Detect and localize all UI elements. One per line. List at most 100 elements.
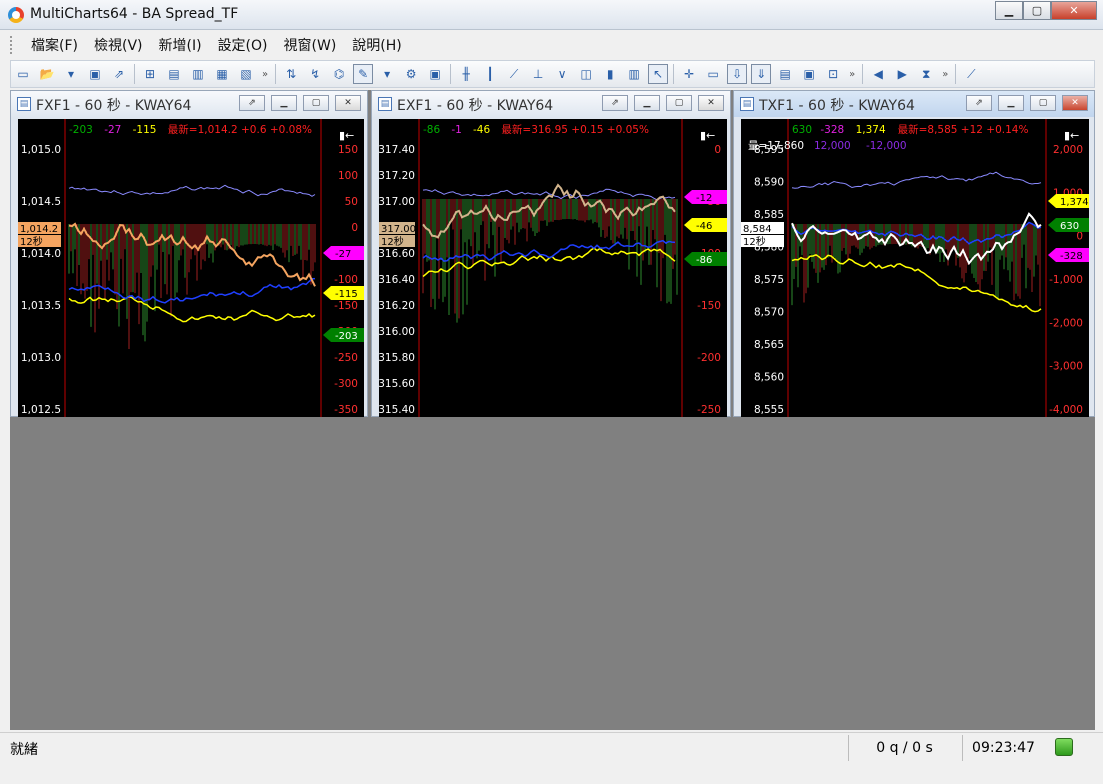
chart-plot[interactable]: 1,015.0 1,014.5 1,014.0 1,013.5 1,013.0 1,012… — [18, 119, 364, 417]
chart-window-titlebar[interactable]: ▤ FXF1 - 60 秒 - KWAY64 ⇗ ▁ ▢ ✕ — [11, 91, 367, 117]
chart-maximize-button[interactable]: ▢ — [1030, 95, 1056, 111]
new-chart-icon[interactable]: ▭ — [13, 64, 33, 84]
left-axis-tick-label: 316.20 — [379, 300, 415, 312]
chart-close-button[interactable]: ✕ — [335, 95, 361, 111]
scroll-to-end-icon[interactable]: ▮← — [700, 129, 715, 142]
cursor-icon[interactable]: ↖ — [648, 64, 669, 84]
chart-minimize-button[interactable]: ▁ — [271, 95, 297, 111]
chart-maximize-button[interactable]: ▢ — [666, 95, 692, 111]
chart-settings-button[interactable]: ⇗ — [602, 95, 628, 111]
indicator-icon[interactable]: ⇅ — [281, 64, 301, 84]
menu-help[interactable]: 說明(H) — [344, 35, 409, 55]
trade-down-icon[interactable]: ⇓ — [751, 64, 772, 84]
menu-view[interactable]: 檢視(V) — [86, 35, 151, 55]
data-window-icon[interactable]: ▣ — [425, 64, 445, 84]
scanner-icon[interactable]: ▧ — [236, 64, 256, 84]
dropdown-icon[interactable]: ▾ — [61, 64, 81, 84]
indicator-value-marker-label: -115 — [335, 289, 358, 300]
more-icon[interactable]: » — [942, 69, 948, 80]
legend-value: -1 — [451, 124, 461, 136]
chart-canvas[interactable]: 1,015.0 1,014.5 1,014.0 1,013.5 1,013.0 1,012… — [18, 119, 364, 417]
quote-icon[interactable]: ▦ — [212, 64, 232, 84]
chart-maximize-button[interactable]: ▢ — [303, 95, 329, 111]
zoom-icon[interactable]: ⊡ — [823, 64, 843, 84]
menubar-grip[interactable] — [10, 36, 13, 54]
open-icon[interactable]: 📂 — [37, 64, 57, 84]
hlc-chart-icon[interactable]: ⊥ — [528, 64, 548, 84]
trendline-icon[interactable]: ⟋ — [961, 64, 981, 84]
legend-volume-value: -12,000 — [866, 140, 907, 152]
legend-value: -203 — [69, 124, 93, 136]
chart-settings-button[interactable]: ⇗ — [239, 95, 265, 111]
legend-value: 最新=8,585 +12 +0.14% — [898, 123, 1029, 136]
menu-settings[interactable]: 設定(O) — [210, 35, 276, 55]
app-logo-icon — [8, 7, 24, 23]
status-clock: 09:23:47 — [962, 735, 1044, 761]
autotrade-icon[interactable]: ⚙ — [401, 64, 421, 84]
screenshot-icon[interactable]: ▣ — [799, 64, 819, 84]
more-icon[interactable]: » — [849, 69, 855, 80]
strategy-icon[interactable]: ⌬ — [329, 64, 349, 84]
insert-study-icon[interactable]: ▤ — [164, 64, 184, 84]
chart-close-button[interactable]: ✕ — [698, 95, 724, 111]
right-axis-tick-label: 2,000 — [1053, 144, 1083, 156]
last-price-marker-label: 12秒 — [381, 235, 404, 248]
chart-window[interactable]: ▤ EXF1 - 60 秒 - KWAY64 ⇗ ▁ ▢ ✕ 317.40 317… — [371, 90, 731, 417]
scroll-to-end-icon[interactable]: ▮← — [1064, 129, 1079, 142]
menu-file[interactable]: 檔案(F) — [23, 35, 86, 55]
chart-window[interactable]: ▤ TXF1 - 60 秒 - KWAY64 ⇗ ▁ ▢ ✕ 8,595 8,59… — [733, 90, 1095, 417]
chart-minimize-button[interactable]: ▁ — [634, 95, 660, 111]
indicator-value-marker-label: -328 — [1060, 251, 1083, 262]
chart-settings-button[interactable]: ⇗ — [966, 95, 992, 111]
left-axis-tick-label: 316.00 — [379, 326, 415, 338]
toolbar-separator — [134, 64, 135, 84]
signal-icon[interactable]: ↯ — [305, 64, 325, 84]
close-button[interactable]: ✕ — [1051, 1, 1097, 20]
hollow-candle-icon[interactable]: ◫ — [576, 64, 596, 84]
right-axis-tick-label: -3,000 — [1049, 361, 1083, 373]
drawing-icon[interactable]: ▭ — [703, 64, 723, 84]
maximize-button[interactable]: ▢ — [1023, 1, 1051, 20]
scroll-to-end-icon[interactable]: ▮← — [339, 129, 354, 142]
chart-window-controls: ⇗ ▁ ▢ ✕ — [602, 95, 724, 111]
hourglass-icon[interactable]: ⧗ — [916, 64, 936, 84]
minimize-button[interactable]: ▁ — [995, 1, 1023, 20]
save-icon[interactable]: ▣ — [85, 64, 105, 84]
menu-insert[interactable]: 新增(I) — [151, 35, 210, 55]
chart-window[interactable]: ▤ FXF1 - 60 秒 - KWAY64 ⇗ ▁ ▢ ✕ 1,015.0 1,… — [10, 90, 368, 417]
chart-canvas[interactable]: 8,5958,5908,5858,5808,5758,5708,5658,560… — [741, 119, 1089, 417]
view-icon[interactable]: ▤ — [775, 64, 795, 84]
volume-candle-icon[interactable]: ▮ — [600, 64, 620, 84]
trade-bar-icon[interactable]: ⇩ — [727, 64, 748, 84]
series-line — [68, 184, 316, 197]
line-chart-icon[interactable]: ⟋ — [504, 64, 524, 84]
chart-window-titlebar[interactable]: ▤ TXF1 - 60 秒 - KWAY64 ⇗ ▁ ▢ ✕ — [734, 91, 1094, 117]
chart-window-controls: ⇗ ▁ ▢ ✕ — [239, 95, 361, 111]
forward-icon[interactable]: ▶ — [892, 64, 912, 84]
format-icon[interactable]: ▥ — [188, 64, 208, 84]
chart-plot[interactable]: 8,595 8,590 8,585 8,580 8,575 8,570 8,565 8,560… — [741, 119, 1089, 417]
export-icon[interactable]: ⇗ — [109, 64, 129, 84]
draw-tool-icon[interactable]: ✎ — [353, 64, 374, 84]
chart-close-button[interactable]: ✕ — [1062, 95, 1088, 111]
left-axis-tick-label: 1,015.0 — [21, 144, 61, 156]
left-axis-tick-label: 8,555 — [754, 404, 784, 416]
chart-window-title: TXF1 - 60 秒 - KWAY64 — [759, 98, 915, 114]
chart-minimize-button[interactable]: ▁ — [998, 95, 1024, 111]
rainbow-icon[interactable]: ▥ — [624, 64, 644, 84]
chart-window-titlebar[interactable]: ▤ EXF1 - 60 秒 - KWAY64 ⇗ ▁ ▢ ✕ — [372, 91, 730, 117]
chart-plot[interactable]: 317.40317.20317.00316.80316.60316.40316.… — [379, 119, 727, 417]
new-window-icon[interactable]: ⊞ — [140, 64, 160, 84]
candle-chart-icon[interactable]: ┃ — [480, 64, 500, 84]
legend-value: 最新=316.95 +0.15 +0.05% — [501, 123, 649, 136]
rewind-icon[interactable]: ◀ — [868, 64, 888, 84]
more-icon[interactable]: » — [262, 69, 268, 80]
chart-canvas[interactable]: 317.40317.20317.00316.80316.60316.40316.… — [379, 119, 727, 417]
crosshair-icon[interactable]: ✛ — [679, 64, 699, 84]
chart-doc-icon: ▤ — [740, 97, 754, 111]
bar-chart-icon[interactable]: ╫ — [456, 64, 476, 84]
dropdown-icon[interactable]: ▾ — [377, 64, 397, 84]
right-axis-tick-label: -200 — [697, 352, 721, 364]
menu-window[interactable]: 視窗(W) — [276, 35, 345, 55]
point-figure-icon[interactable]: ∨ — [552, 64, 572, 84]
